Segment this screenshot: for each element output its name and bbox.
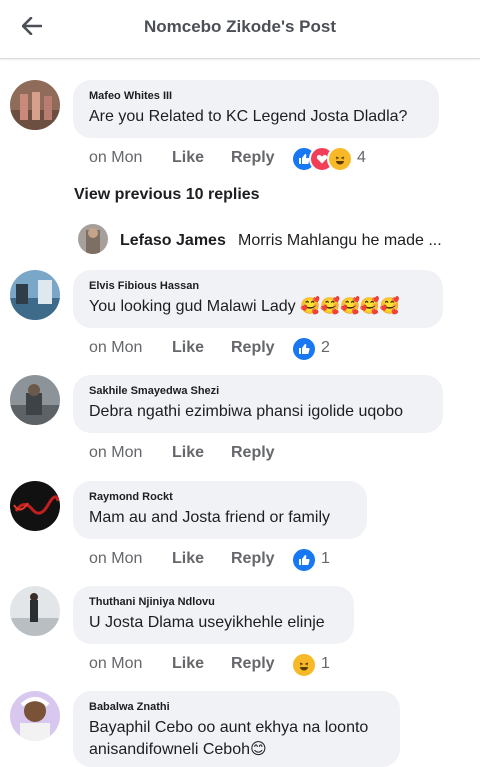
like-icon bbox=[291, 547, 317, 573]
comment-author[interactable]: Raymond Rockt bbox=[89, 491, 351, 503]
comment-actions: on Mon Like Reply 2 bbox=[89, 336, 469, 362]
avatar[interactable] bbox=[10, 586, 60, 636]
comment-bubble[interactable]: Babalwa Znathi Bayaphil Cebo oo aunt ekh… bbox=[73, 691, 400, 767]
avatar[interactable] bbox=[10, 481, 60, 531]
reaction-count[interactable]: 2 bbox=[321, 336, 330, 360]
comment-text: Are you Related to KC Legend Josta Dladl… bbox=[89, 108, 408, 125]
reactions-summary[interactable] bbox=[291, 146, 361, 172]
comment-bubble[interactable]: Elvis Fibious Hassan You looking gud Mal… bbox=[73, 270, 443, 328]
haha-icon bbox=[291, 652, 317, 678]
page-title: Nomcebo Zikode's Post bbox=[143, 17, 337, 36]
comment-text: U Josta Dlama useyikhehle elinje bbox=[89, 614, 325, 631]
like-icon bbox=[291, 336, 317, 362]
comment-author[interactable]: Sakhile Smayedwa Shezi bbox=[89, 385, 427, 397]
comment-actions: on Mon Like Reply bbox=[89, 441, 469, 465]
reactions-summary[interactable] bbox=[291, 652, 321, 678]
view-previous-replies-link[interactable]: View previous 10 replies bbox=[74, 186, 260, 204]
reply-button[interactable]: Reply bbox=[231, 146, 275, 170]
comment-bubble[interactable]: Thuthani Njiniya Ndlovu U Josta Dlama us… bbox=[73, 586, 354, 644]
like-button[interactable]: Like bbox=[172, 336, 204, 360]
comment-bubble[interactable]: Sakhile Smayedwa Shezi Debra ngathi ezim… bbox=[73, 375, 443, 433]
comment-actions: on Mon Like Reply 1 bbox=[89, 547, 469, 573]
like-button[interactable]: Like bbox=[172, 547, 204, 571]
comment-time[interactable]: on Mon bbox=[89, 652, 142, 676]
reply-author[interactable]: Lefaso James bbox=[120, 232, 226, 250]
reactions-summary[interactable] bbox=[291, 547, 321, 573]
comment-time[interactable]: on Mon bbox=[89, 547, 142, 571]
comment-bubble[interactable]: Mafeo Whites III Are you Related to KC L… bbox=[73, 80, 439, 138]
avatar[interactable] bbox=[78, 224, 108, 254]
reply-button[interactable]: Reply bbox=[231, 441, 275, 465]
comment-author[interactable]: Babalwa Znathi bbox=[89, 701, 384, 713]
comment-time[interactable]: on Mon bbox=[89, 146, 142, 170]
reply-button[interactable]: Reply bbox=[231, 652, 275, 676]
comment-text-line-1: Bayaphil Cebo oo aunt ekhya na loonto bbox=[89, 719, 369, 736]
comment-text: Debra ngathi ezimbiwa phansi igolide uqo… bbox=[89, 403, 403, 420]
reply-text: Morris Mahlangu he made ... bbox=[238, 232, 442, 249]
avatar[interactable] bbox=[10, 375, 60, 425]
comment-time[interactable]: on Mon bbox=[89, 441, 142, 465]
reaction-count[interactable]: 1 bbox=[321, 547, 330, 571]
reaction-count[interactable]: 4 bbox=[357, 146, 366, 170]
comment-time[interactable]: on Mon bbox=[89, 336, 142, 360]
top-bar: Nomcebo Zikode's Post bbox=[0, 0, 480, 59]
comment-actions: on Mon Like Reply 4 bbox=[89, 146, 469, 172]
comment-bubble[interactable]: Raymond Rockt Mam au and Josta friend or… bbox=[73, 481, 367, 539]
like-button[interactable]: Like bbox=[172, 652, 204, 676]
like-button[interactable]: Like bbox=[172, 146, 204, 170]
comment-text-line-2: anisandifowneli Ceboh😊 bbox=[89, 741, 267, 758]
comment-author[interactable]: Thuthani Njiniya Ndlovu bbox=[89, 596, 338, 608]
comment-actions: on Mon Like Reply 1 bbox=[89, 652, 469, 678]
comment-author[interactable]: Mafeo Whites III bbox=[89, 90, 423, 102]
comment-text: You looking gud Malawi Lady 🥰🥰🥰🥰🥰 bbox=[89, 298, 400, 315]
reaction-count[interactable]: 1 bbox=[321, 652, 330, 676]
comment-author[interactable]: Elvis Fibious Hassan bbox=[89, 280, 427, 292]
avatar[interactable] bbox=[10, 80, 60, 130]
haha-icon bbox=[327, 146, 353, 172]
avatar[interactable] bbox=[10, 270, 60, 320]
inline-reply-preview[interactable]: Lefaso James Morris Mahlangu he made ... bbox=[78, 224, 480, 254]
reactions-summary[interactable] bbox=[291, 336, 321, 362]
avatar[interactable] bbox=[10, 691, 60, 741]
reply-button[interactable]: Reply bbox=[231, 336, 275, 360]
comment-text: Mam au and Josta friend or family bbox=[89, 509, 330, 526]
reply-button[interactable]: Reply bbox=[231, 547, 275, 571]
like-button[interactable]: Like bbox=[172, 441, 204, 465]
